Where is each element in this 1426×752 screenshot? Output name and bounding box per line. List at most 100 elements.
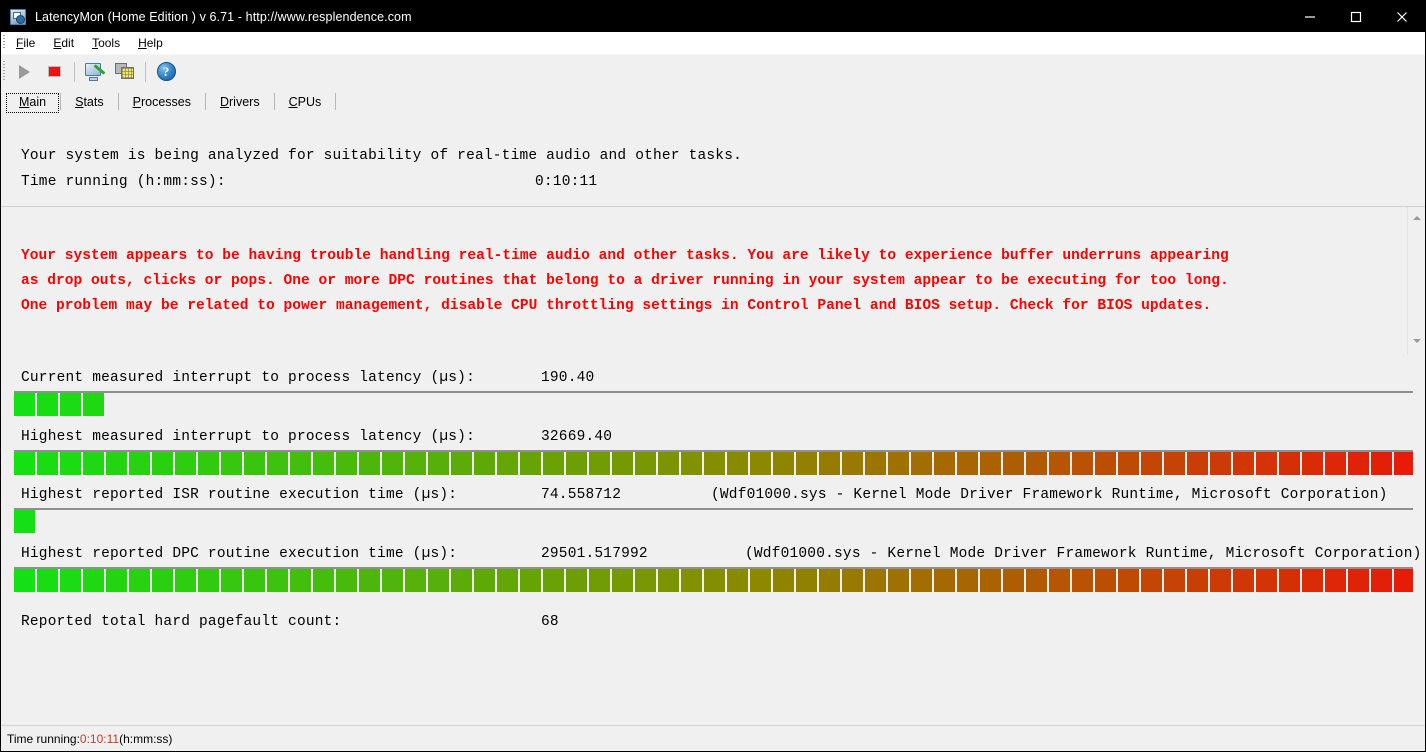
- menu-item-file[interactable]: File: [7, 35, 44, 51]
- bar-segment: [175, 452, 196, 475]
- warning-panel: Your system appears to be having trouble…: [1, 207, 1425, 355]
- menu-item-tools[interactable]: Tools: [83, 35, 129, 51]
- bar-segment: [1302, 452, 1323, 475]
- highest-dpc-routine-execution-time-bar: [14, 567, 1413, 592]
- start-monitoring-button[interactable]: [9, 58, 39, 86]
- bar-segment: [14, 569, 35, 592]
- window-controls: [1287, 1, 1425, 32]
- bar-segment: [37, 393, 58, 416]
- scroll-up-icon[interactable]: [1408, 209, 1425, 226]
- bar-segment: [773, 569, 794, 592]
- bar-segment: [60, 393, 81, 416]
- windows-button[interactable]: [110, 58, 140, 86]
- minimize-icon[interactable]: [1287, 1, 1333, 32]
- bar-segment: [1095, 569, 1116, 592]
- status-suffix: (h:mm:ss): [119, 731, 173, 746]
- bar-segment: [1371, 452, 1392, 475]
- tab-drivers[interactable]: Drivers: [206, 92, 274, 114]
- bar-segment: [1049, 569, 1070, 592]
- latencymon-window: LatencyMon (Home Edition ) v 6.71 - http…: [0, 0, 1426, 752]
- bar-segment: [267, 569, 288, 592]
- system-info-button[interactable]: [80, 58, 110, 86]
- bar-segment: [865, 569, 886, 592]
- tab-cpus[interactable]: CPUs: [275, 92, 336, 114]
- bar-segment: [290, 569, 311, 592]
- bar-segment: [1256, 569, 1277, 592]
- bar-segment: [658, 452, 679, 475]
- title-bar: LatencyMon (Home Edition ) v 6.71 - http…: [1, 1, 1425, 32]
- bar-segment: [152, 569, 173, 592]
- bar-segment: [589, 569, 610, 592]
- bar-segment: [474, 569, 495, 592]
- menu-item-help[interactable]: Help: [129, 35, 172, 51]
- bar-segment: [382, 569, 403, 592]
- bar-segment: [1233, 452, 1254, 475]
- stop-icon: [47, 66, 61, 77]
- scroll-down-icon[interactable]: [1408, 332, 1425, 349]
- bar-segment: [37, 569, 58, 592]
- help-button[interactable]: ?: [151, 58, 181, 86]
- window-title: LatencyMon (Home Edition ) v 6.71 - http…: [35, 9, 412, 24]
- bar-segment: [336, 452, 357, 475]
- bar-segment: [1026, 452, 1047, 475]
- bar-segment: [1164, 452, 1185, 475]
- bar-segment: [1325, 569, 1346, 592]
- bar-segment: [336, 569, 357, 592]
- bar-segment: [152, 452, 173, 475]
- bar-segment: [106, 452, 127, 475]
- stop-monitoring-button[interactable]: [39, 58, 69, 86]
- warning-scrollbar[interactable]: [1407, 207, 1425, 355]
- bar-segment: [888, 452, 909, 475]
- bar-segment: [842, 569, 863, 592]
- bar-segment: [865, 452, 886, 475]
- bar-segment: [405, 452, 426, 475]
- bar-segment: [543, 569, 564, 592]
- tab-stats[interactable]: Stats: [61, 92, 118, 114]
- bar-segment: [681, 452, 702, 475]
- close-icon[interactable]: [1379, 1, 1425, 32]
- bar-segment: [451, 452, 472, 475]
- latencymon-app-icon: [10, 8, 26, 25]
- bar-segment: [819, 569, 840, 592]
- menu-bar: File Edit Tools Help: [1, 32, 1425, 54]
- bar-segment: [1371, 569, 1392, 592]
- bar-segment: [428, 569, 449, 592]
- monitor-wand-icon: [85, 62, 106, 81]
- menu-item-edit[interactable]: Edit: [44, 35, 83, 51]
- bar-segment: [14, 452, 35, 475]
- bar-segment: [1233, 569, 1254, 592]
- highest-isr-routine-execution-time-label: Highest reported ISR routine execution t…: [21, 487, 458, 503]
- tab-strip: Main Stats Processes Drivers CPUs: [1, 88, 1425, 114]
- bar-segment: [566, 452, 587, 475]
- bar-segment: [704, 452, 725, 475]
- bar-segment: [1187, 569, 1208, 592]
- bar-segment: [520, 452, 541, 475]
- bar-segment: [198, 452, 219, 475]
- current-interrupt-to-process-latency-label: Current measured interrupt to process la…: [21, 370, 475, 386]
- bar-segment: [382, 452, 403, 475]
- bar-segment: [612, 452, 633, 475]
- bar-segment: [1302, 569, 1323, 592]
- bar-segment: [589, 452, 610, 475]
- bar-segment: [1095, 452, 1116, 475]
- bar-segment: [83, 569, 104, 592]
- highest-dpc-routine-execution-time-label: Highest reported DPC routine execution t…: [21, 546, 458, 562]
- maximize-icon[interactable]: [1333, 1, 1379, 32]
- bar-segment: [1141, 452, 1162, 475]
- bar-segment: [221, 452, 242, 475]
- bar-segment: [1026, 569, 1047, 592]
- bar-segment: [313, 452, 334, 475]
- tab-processes[interactable]: Processes: [119, 92, 205, 114]
- current-interrupt-to-process-latency-bar: [14, 391, 1413, 416]
- bar-segment: [106, 569, 127, 592]
- bar-segment: [37, 452, 58, 475]
- bar-segment: [934, 452, 955, 475]
- bar-segment: [1279, 452, 1300, 475]
- bar-segment: [566, 569, 587, 592]
- bar-segment: [1394, 569, 1413, 592]
- tab-main[interactable]: Main: [5, 92, 61, 114]
- bar-segment: [635, 569, 656, 592]
- bar-segment: [796, 452, 817, 475]
- highest-isr-routine-execution-time-value: 74.558712: [541, 487, 622, 503]
- main-panel: Your system is being analyzed for suitab…: [1, 114, 1425, 725]
